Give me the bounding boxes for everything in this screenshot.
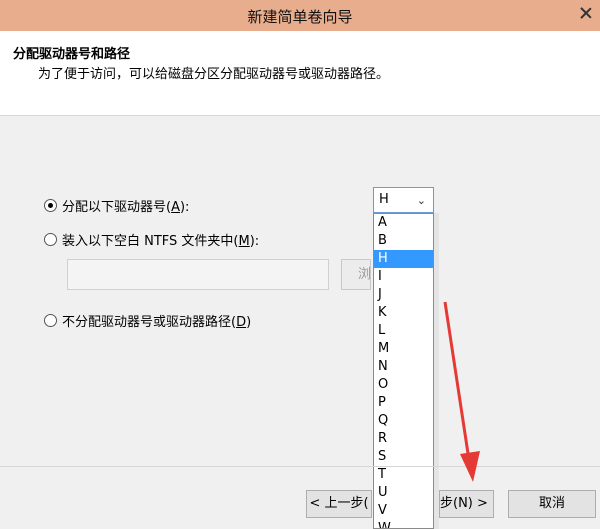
dropdown-scrollbar[interactable] [434, 213, 439, 529]
mount-folder-label: 装入以下空白 NTFS 文件夹中(M): [62, 234, 260, 249]
no-assign-label: 不分配驱动器号或驱动器路径(D) [62, 315, 252, 330]
annotation-arrow-icon [443, 301, 480, 482]
cancel-button[interactable]: 取消 [508, 490, 596, 518]
drive-letter-option[interactable]: V [374, 502, 433, 520]
drive-letter-option[interactable]: B [374, 232, 433, 250]
footer-divider [0, 466, 600, 467]
close-icon[interactable] [572, 0, 600, 26]
drive-letter-option[interactable]: J [374, 286, 433, 304]
drive-letter-option[interactable]: O [374, 376, 433, 394]
assign-letter-label: 分配以下驱动器号(A): [62, 200, 190, 215]
drive-letter-option[interactable]: Q [374, 412, 433, 430]
back-button[interactable]: < 上一步( [306, 490, 372, 518]
assign-letter-radio[interactable] [44, 199, 57, 212]
chevron-down-icon: ⌄ [416, 194, 426, 207]
drive-letter-option[interactable]: T [374, 466, 433, 484]
wizard-header: 分配驱动器号和路径 为了便于访问，可以给磁盘分区分配驱动器号或驱动器路径。 [0, 31, 600, 116]
mount-folder-radio[interactable] [44, 233, 57, 246]
drive-letter-option[interactable]: P [374, 394, 433, 412]
drive-letter-select[interactable]: H ⌄ [373, 187, 434, 213]
folder-path-input[interactable] [67, 259, 329, 290]
drive-letter-option[interactable]: S [374, 448, 433, 466]
page-title: 分配驱动器号和路径 [13, 47, 131, 62]
no-assign-option[interactable]: 不分配驱动器号或驱动器路径(D) [44, 311, 251, 330]
page-subtitle: 为了便于访问，可以给磁盘分区分配驱动器号或驱动器路径。 [38, 67, 390, 82]
drive-letter-option[interactable]: U [374, 484, 433, 502]
browse-button[interactable]: 浏 [341, 259, 371, 290]
drive-letter-option[interactable]: M [374, 340, 433, 358]
drive-letter-option[interactable]: I [374, 268, 433, 286]
drive-letter-option[interactable]: A [374, 214, 433, 232]
window-title: 新建简单卷向导 [247, 8, 353, 26]
mount-folder-option[interactable]: 装入以下空白 NTFS 文件夹中(M): [44, 230, 259, 249]
drive-letter-option[interactable]: W [374, 520, 433, 528]
drive-letter-option[interactable]: N [374, 358, 433, 376]
next-button[interactable]: 步(N) > [439, 490, 494, 518]
title-bar: 新建简单卷向导 [0, 0, 600, 31]
assign-letter-option[interactable]: 分配以下驱动器号(A): [44, 196, 189, 215]
no-assign-radio[interactable] [44, 314, 57, 327]
drive-letter-option[interactable]: L [374, 322, 433, 340]
drive-letter-dropdown[interactable]: ABHIJKLMNOPQRSTUVW [373, 213, 434, 529]
drive-letter-option[interactable]: H [374, 250, 433, 268]
drive-letter-option[interactable]: R [374, 430, 433, 448]
drive-letter-value: H [379, 192, 389, 207]
drive-letter-option[interactable]: K [374, 304, 433, 322]
